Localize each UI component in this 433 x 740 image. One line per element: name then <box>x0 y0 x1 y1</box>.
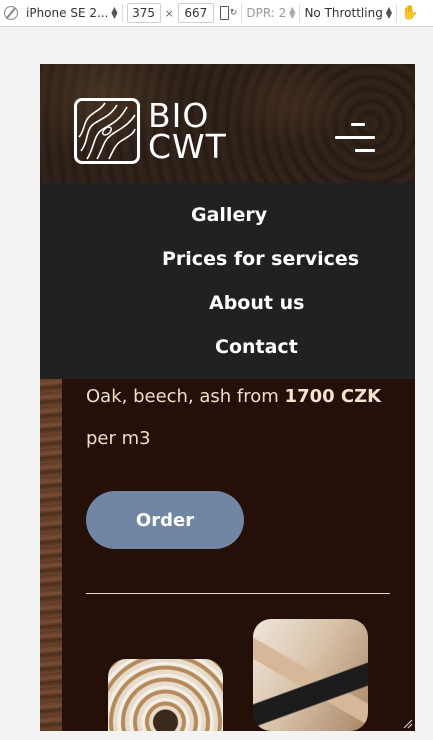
select-arrows-icon: ▲ ▼ <box>289 5 296 20</box>
toolbar-divider <box>121 4 123 22</box>
throttling-select[interactable]: No Throttling ▲ ▼ <box>304 0 392 27</box>
toolbar-divider <box>395 4 397 22</box>
device-select[interactable]: iPhone SE 2... ▲ ▼ <box>4 0 118 27</box>
device-viewport: BIO CWT Gallery Prices for services Abou… <box>40 64 415 731</box>
menu-item-contact[interactable]: Contact <box>215 336 298 358</box>
resize-handle-icon[interactable] <box>401 717 413 729</box>
menu-item-gallery[interactable]: Gallery <box>191 204 267 226</box>
menu-item-about[interactable]: About us <box>209 292 304 314</box>
select-arrows-icon: ▲ ▼ <box>385 5 392 20</box>
height-input[interactable]: 667 <box>177 3 214 23</box>
logo-line-2: CWT <box>148 127 227 166</box>
responsive-icon <box>4 6 18 20</box>
hand-icon: ✋ <box>400 5 419 21</box>
hamburger-bar-top <box>351 123 365 126</box>
price-unit: per m3 <box>86 428 151 449</box>
spiral-staircase-photo <box>108 659 223 731</box>
hamburger-menu-button[interactable] <box>335 123 377 155</box>
throttling-label: No Throttling <box>304 6 383 20</box>
dpr-label: DPR: 2 <box>246 6 287 20</box>
toolbar-divider <box>299 4 301 22</box>
touch-toggle[interactable]: ✋ <box>401 0 418 27</box>
dpr-select[interactable]: DPR: 2 ▲ ▼ <box>246 0 295 27</box>
price-prefix: Oak, beech, ash from <box>86 386 285 407</box>
section-divider <box>86 593 390 594</box>
logo-wordmark: BIO CWT <box>148 99 227 166</box>
price-value: 1700 CZK <box>284 386 382 407</box>
nav-menu: Gallery Prices for services About us Con… <box>40 183 415 379</box>
device-name: iPhone SE 2... <box>26 6 109 20</box>
rotate-icon <box>219 6 229 20</box>
toolbar-divider <box>241 4 243 22</box>
wood-background-strip <box>40 379 62 731</box>
woodworking-photo <box>253 619 368 731</box>
wood-rings-logo-icon <box>74 98 140 164</box>
device-toolbar: iPhone SE 2... ▲ ▼ 375 × 667 ↻ DPR: 2 ▲ ▼ … <box>0 0 433 27</box>
select-arrows-icon: ▲ ▼ <box>111 5 118 20</box>
rotate-button[interactable]: ↻ <box>219 0 237 27</box>
site-header: BIO CWT <box>40 64 415 183</box>
menu-item-prices[interactable]: Prices for services <box>162 248 359 270</box>
hamburger-bar-bottom <box>355 149 375 152</box>
hamburger-bar-middle <box>335 136 375 139</box>
site-logo[interactable]: BIO CWT <box>74 98 227 164</box>
times-sign: × <box>164 6 174 20</box>
width-input[interactable]: 375 <box>126 3 161 23</box>
price-text: Oak, beech, ash from 1700 CZK <box>86 386 381 407</box>
order-button[interactable]: Order <box>86 491 244 549</box>
